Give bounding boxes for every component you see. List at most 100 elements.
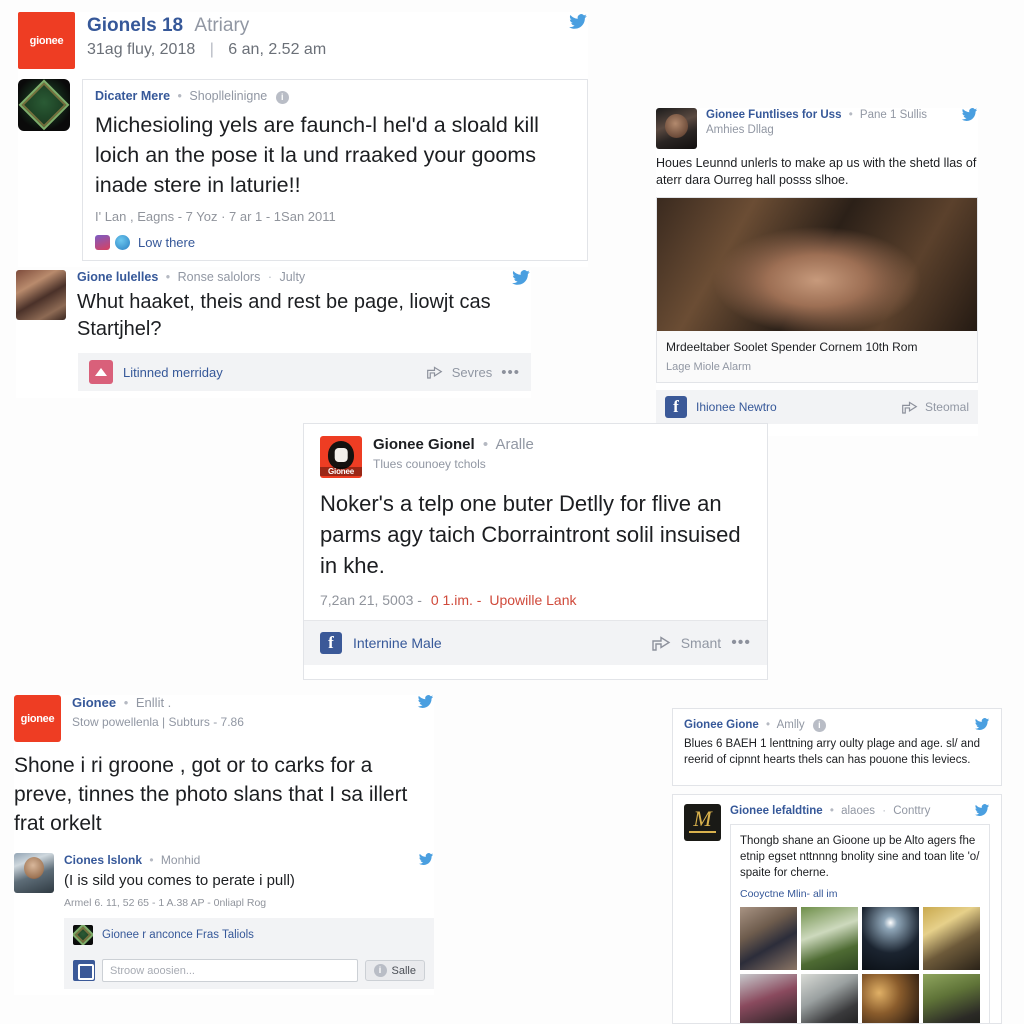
footer-left-label[interactable]: Internine Male — [353, 635, 442, 651]
post-meta-1: Ronse salolors — [177, 270, 261, 284]
post-body: Whut haaket, theis and rest be page, lio… — [77, 291, 491, 340]
photo-grid-item[interactable] — [862, 974, 919, 1023]
post-date: 31ag fluy, 2018 — [87, 41, 196, 58]
shared-link-card[interactable]: Gionee r anconce Fras Taliols — [64, 918, 434, 952]
attachment-title: Mrdeeltaber Soolet Spender Cornem 10th R… — [666, 340, 918, 354]
couple-photo-avatar[interactable] — [16, 270, 66, 320]
info-icon[interactable]: i — [812, 719, 826, 732]
share-label[interactable]: Smant — [681, 635, 721, 651]
feed-collage: Gionels 18 Atriary 31ag fluy, 2018 | 6 a… — [0, 0, 1024, 1024]
post-substamp-highlight-1[interactable]: 0 1.im. - — [431, 592, 482, 608]
post-bottom-left: Gionee • Enllit . Stow powellenla | Subt… — [14, 695, 434, 995]
gionee-logo-avatar[interactable] — [18, 12, 75, 69]
post-left-second: Gione lulelles • Ronse salolors · Julty … — [16, 270, 531, 398]
quoted-post: Dicater Mere • Shopllelinigne i Michesio… — [18, 79, 588, 261]
post-author[interactable]: Gione lulelles — [77, 270, 158, 284]
info-icon[interactable]: i — [275, 91, 289, 104]
separator-1: • — [829, 805, 834, 817]
post-author[interactable]: Gionee Funtlises for Uss — [706, 109, 841, 121]
timestamp-divider: | — [209, 41, 214, 58]
photo-grid-item[interactable] — [923, 907, 980, 970]
pink-triangle-icon[interactable] — [89, 360, 113, 384]
twitter-bird-icon — [417, 695, 434, 708]
clown-gionee-avatar[interactable]: Gionee — [320, 436, 362, 478]
reply-author[interactable]: Ciones lslonk — [64, 853, 142, 867]
reaction-icon-2 — [115, 235, 130, 250]
photo-grid — [740, 907, 980, 1023]
mw-monogram-avatar[interactable] — [684, 804, 721, 841]
comment-input[interactable]: Stroow aoosien... — [102, 959, 358, 982]
more-dots-icon[interactable]: ••• — [501, 364, 520, 381]
nested-author[interactable]: Gionee lefaldtine — [730, 805, 823, 817]
attach-photo-icon[interactable] — [73, 960, 95, 981]
more-dots-icon[interactable]: ••• — [731, 634, 751, 652]
photo-grid-item[interactable] — [740, 974, 797, 1023]
send-button[interactable]: i Salle — [364, 960, 425, 981]
reply-body: (I is sild you comes to perate i pull) — [64, 872, 295, 889]
quoted-body: Michesioling yels are faunch-l hel'd a s… — [95, 113, 539, 197]
twitter-bird-icon — [974, 718, 990, 731]
comment-composer: Stroow aoosien... i Salle — [64, 952, 434, 989]
post-bottom-right-top: Gionee Gione • Amlly i Blues 6 BAEH 1 le… — [672, 708, 1002, 786]
twitter-bird-icon — [961, 108, 978, 121]
send-button-label: Salle — [391, 964, 416, 977]
separator: • — [482, 436, 489, 453]
twitter-bird-icon — [418, 853, 434, 866]
share-icon[interactable] — [901, 400, 918, 415]
post-subtitle: Tlues counoey tchols — [373, 457, 486, 471]
post-meta: Enllit . — [135, 695, 172, 710]
footer-left-label[interactable]: Ihionee Newtro — [696, 400, 777, 414]
post-author-suffix: Atriary — [194, 15, 250, 36]
info-icon: i — [373, 964, 387, 977]
gionee-logo-avatar[interactable] — [14, 695, 61, 742]
post-substamp: 7,2an 21, 5003 - — [320, 592, 422, 608]
avatar-caption: Gionee — [320, 467, 362, 477]
reply-substamp: Armel 6. 11, 52 65 - 1 A.38 AP - 0nliapl… — [64, 897, 267, 909]
reaction-label[interactable]: Low there — [138, 235, 195, 250]
post-author[interactable]: Gionee Gionel — [373, 436, 475, 453]
post-meta: Aralle — [495, 436, 534, 453]
man-photo-avatar[interactable] — [656, 108, 697, 149]
quoted-author[interactable]: Dicater Mere — [95, 89, 170, 103]
attachment-subtitle: Lage Miole Alarm — [666, 361, 751, 373]
dark-ornate-thumb — [73, 925, 93, 945]
twitter-bird-icon — [974, 804, 990, 817]
post-body: Shone i ri groone , got or to carks for … — [14, 754, 408, 835]
shared-link-label[interactable]: Gionee r anconce Fras Taliols — [102, 929, 254, 941]
reaction-row[interactable]: Low there — [95, 235, 575, 250]
nested-meta-2: Conttry — [893, 805, 931, 817]
reply-block: Ciones lslonk • Monhid (I is sild you co… — [14, 853, 434, 989]
quoted-meta: Shopllelinigne — [189, 89, 268, 103]
reply-meta: Monhid — [160, 853, 201, 867]
nested-meta-1: alaoes — [841, 805, 875, 817]
post-footer: f Internine Male Smant ••• — [304, 620, 767, 665]
photo-grid-item[interactable] — [740, 907, 797, 970]
dark-ornate-avatar[interactable] — [18, 79, 70, 131]
post-author[interactable]: Gionels 18 — [87, 15, 183, 36]
separator: • — [848, 109, 853, 121]
share-label[interactable]: Steomal — [925, 400, 969, 414]
post-subtitle: Amhies Dllag — [706, 124, 774, 136]
comment-input-placeholder: Stroow aoosien... — [110, 964, 195, 977]
nested-link-label[interactable]: Cooyctne Mlin- all im — [740, 888, 980, 900]
post-author[interactable]: Gionee — [72, 695, 116, 710]
photo-grid-item[interactable] — [862, 907, 919, 970]
share-icon[interactable] — [651, 635, 671, 652]
quoted-separator: • — [177, 89, 182, 103]
man-portrait-avatar[interactable] — [14, 853, 54, 893]
facebook-icon[interactable]: f — [665, 396, 687, 418]
footer-left-label[interactable]: Litinned merriday — [123, 365, 223, 380]
photo-grid-item[interactable] — [923, 974, 980, 1023]
post-bottom-right-nested: Gionee lefaldtine • alaoes · Conttry Tho… — [672, 794, 1002, 1024]
photo-grid-item[interactable] — [801, 907, 858, 970]
post-center: Gionee Gionee Gionel • Aralle Tlues coun… — [303, 423, 768, 680]
share-icon[interactable] — [426, 365, 443, 380]
post-author[interactable]: Gionee Gione — [684, 719, 759, 731]
separator: • — [123, 695, 129, 710]
link-attachment[interactable]: Mrdeeltaber Soolet Spender Cornem 10th R… — [656, 197, 978, 383]
share-label[interactable]: Sevres — [452, 365, 492, 380]
photo-grid-item[interactable] — [801, 974, 858, 1023]
post-body: Blues 6 BAEH 1 lenttning arry oulty plag… — [684, 738, 980, 766]
facebook-icon[interactable]: f — [320, 632, 342, 654]
post-substamp-highlight-2[interactable]: Upowille Lank — [489, 592, 576, 608]
